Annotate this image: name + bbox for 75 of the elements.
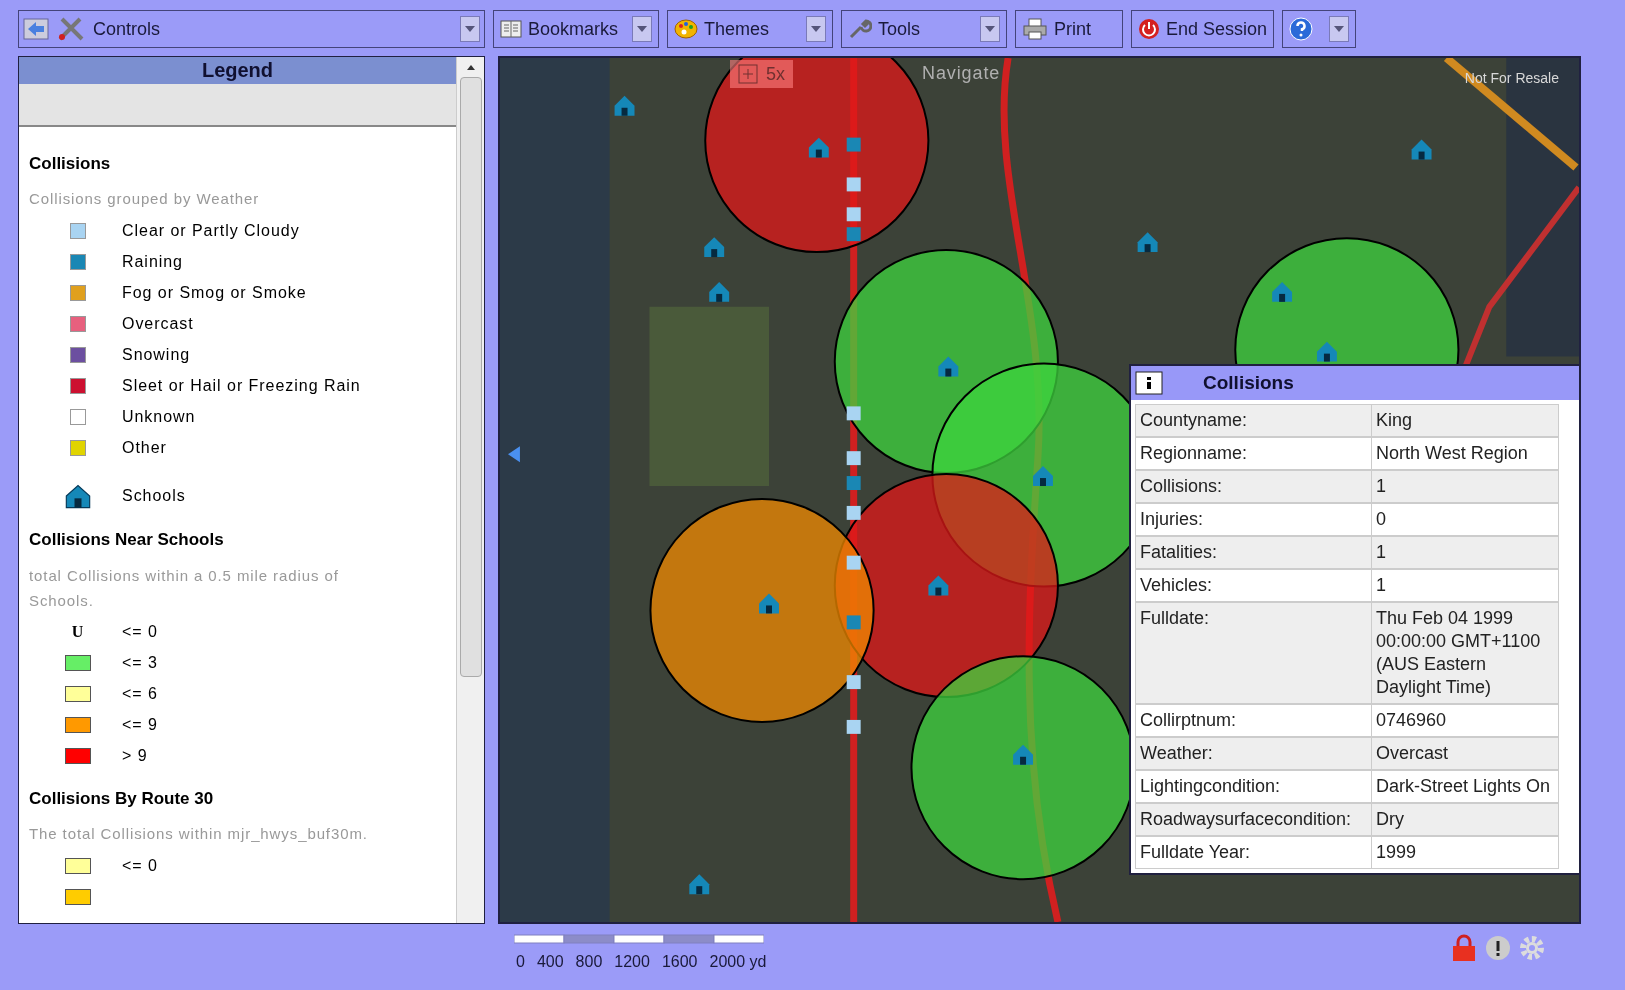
attribute-value: 1 — [1375, 574, 1387, 597]
legend-label: <= 0 — [122, 622, 158, 643]
popup-title: Collisions — [1203, 370, 1294, 395]
legend-label: > 9 — [122, 746, 148, 767]
legend-label: Fog or Smog or Smoke — [122, 282, 307, 303]
legend-label: Other — [122, 437, 167, 458]
navigate-label[interactable]: Navigate — [922, 60, 1001, 87]
tools-icon — [57, 16, 85, 42]
attribute-name: Vehicles: — [1136, 570, 1372, 601]
zoom-in-icon — [738, 64, 758, 84]
attribute-name: Weather: — [1136, 738, 1372, 769]
scale-label: 800 — [575, 952, 603, 972]
toolbar-menu[interactable]: Bookmarks — [493, 10, 659, 48]
attribute-value: Thu Feb 04 1999 00:00:00 GMT+1100 (AUS Eastern Daylight Time) — [1375, 607, 1542, 699]
legend-label: <= 9 — [122, 715, 158, 736]
attribute-value: North West Region — [1375, 442, 1529, 465]
attribute-name: Fulldate Year: — [1136, 837, 1372, 868]
legend-section-title: Collisions Near Schools — [29, 529, 225, 552]
attribute-name: Lightingcondition: — [1136, 771, 1372, 802]
toolbar-menu[interactable]: Themes — [667, 10, 833, 48]
legend-label: <= 3 — [122, 653, 158, 674]
legend-label: Overcast — [122, 313, 194, 334]
scrollbar-drawing[interactable] — [456, 57, 484, 923]
attribute-value: 1 — [1375, 475, 1387, 498]
legend-label: Clear or Partly Cloudy — [122, 220, 300, 241]
alert-icon[interactable] — [1485, 935, 1511, 961]
attribute-name: Injuries: — [1136, 504, 1372, 535]
legend-label: Raining — [122, 251, 183, 272]
attribute-value: Dry — [1375, 808, 1405, 831]
scale-label: 1600 — [661, 952, 698, 972]
book-icon — [500, 19, 522, 39]
legend-section-title: Collisions — [29, 152, 112, 175]
legend-description: total Collisions within a 0.5 mile radius of Schools. — [29, 565, 340, 611]
controls-label: Controls — [93, 17, 161, 41]
attribute-name: Regionname: — [1136, 438, 1372, 469]
attribute-name: Roadwaysurfacecondition: — [1136, 804, 1372, 835]
legend-label: Snowing — [122, 344, 191, 365]
attribute-value: 1999 — [1375, 841, 1418, 864]
attribute-name: Countyname: — [1136, 405, 1372, 436]
toolbar-menu[interactable]: Tools — [841, 10, 1007, 48]
info-icon[interactable] — [1135, 371, 1163, 395]
toolbar-menu[interactable]: End Session — [1131, 10, 1275, 48]
legend-title: Legend — [19, 57, 456, 84]
attribute-value: 0746960 — [1375, 709, 1448, 732]
attribute-name: Collirptnum: — [1136, 705, 1372, 736]
legend-label: <= 0 — [122, 855, 158, 876]
scale-label: 400 — [536, 952, 564, 972]
power-icon — [1138, 18, 1160, 40]
attribute-name: Collisions: — [1136, 471, 1372, 502]
scale-label: 1200 — [614, 952, 650, 972]
palette-icon — [674, 18, 698, 40]
help-icon — [1289, 17, 1314, 41]
attribute-name: Fulldate: — [1136, 603, 1372, 703]
scale-label: 0 — [516, 952, 525, 972]
printer-icon — [1022, 18, 1048, 40]
legend-description: Collisions grouped by Weather — [29, 189, 261, 210]
legend-label: Schools — [122, 486, 186, 507]
attribute-value: 1 — [1375, 541, 1387, 564]
legend-description: The total Collisions within mjr_hwys_buf30m. — [29, 824, 369, 845]
attribute-value: Overcast — [1375, 742, 1450, 765]
attribute-value: King — [1375, 409, 1414, 432]
attribute-value: Dark-Street Lights On — [1375, 775, 1552, 798]
legend-label: Sleet or Hail or Freezing Rain — [122, 375, 361, 396]
legend-label: Unknown — [122, 406, 196, 427]
attribute-name: Fatalities: — [1136, 537, 1372, 568]
legend-section-title: Collisions By Route 30 — [29, 787, 215, 810]
legend-label: <= 6 — [122, 684, 158, 705]
attribute-value: 0 — [1375, 508, 1387, 531]
school-house-icon — [63, 482, 92, 511]
toolbar-menu[interactable] — [1282, 10, 1357, 48]
license-note: Not For Resale — [1464, 69, 1559, 88]
scale-label: 2000 yd — [709, 952, 767, 972]
toolbar-menu[interactable]: Print — [1015, 10, 1123, 48]
wrench-icon — [848, 18, 872, 40]
legend-symbol: U — [71, 622, 84, 643]
